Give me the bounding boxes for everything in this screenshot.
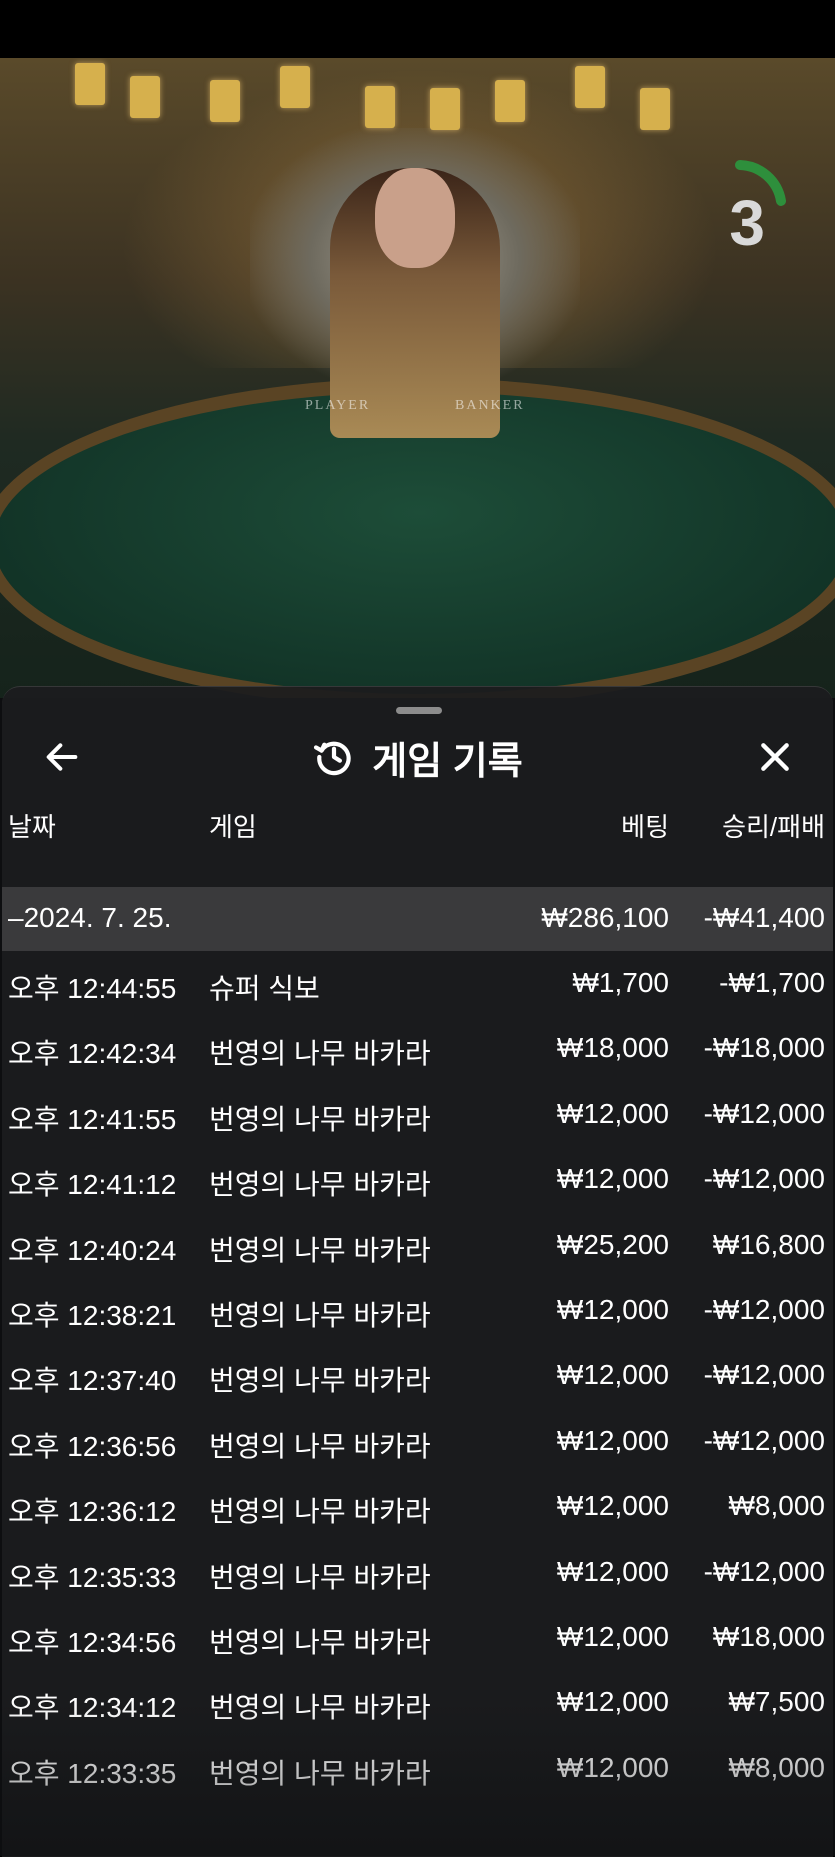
row-game: 슈퍼 식보 <box>209 973 320 1004</box>
history-row[interactable]: 오후 12:34:12 번영의 나무 바카라 ₩12,000 ₩7,500 <box>2 1670 833 1735</box>
row-bet: ₩12,000 <box>556 1555 669 1587</box>
history-row[interactable]: 오후 12:38:21 번영의 나무 바카라 ₩12,000 -₩12,000 <box>2 1278 833 1343</box>
row-result: -₩12,000 <box>703 1163 825 1195</box>
page-title: 게임 기록 <box>372 740 523 783</box>
hanging-card <box>495 80 525 122</box>
row-game: 번영의 나무 바카라 <box>209 1626 431 1658</box>
row-time: 오후 12:40:24 <box>8 1234 177 1266</box>
hanging-card <box>280 66 310 108</box>
close-icon <box>761 743 789 771</box>
row-result: -₩12,000 <box>703 1359 825 1391</box>
hanging-card <box>75 63 105 105</box>
col-bet: 베팅 <box>621 812 669 842</box>
row-bet: ₩18,000 <box>556 1032 669 1064</box>
row-bet: ₩25,200 <box>556 1228 669 1260</box>
row-time: 오후 12:38:21 <box>8 1299 177 1331</box>
row-game: 번영의 나무 바카라 <box>209 1038 431 1070</box>
row-game: 번영의 나무 바카라 <box>209 1299 431 1331</box>
row-time: 오후 12:34:56 <box>8 1626 177 1658</box>
row-time: 오후 12:36:56 <box>8 1430 177 1462</box>
group-bet-total: ₩286,100 <box>541 902 669 933</box>
row-time: 오후 12:41:55 <box>8 1103 177 1135</box>
history-row[interactable]: 오후 12:40:24 번영의 나무 바카라 ₩25,200 ₩16,800 <box>2 1213 833 1278</box>
history-list: 오후 12:44:55 슈퍼 식보 ₩1,700 -₩1,700 오후 12:4… <box>2 951 833 1801</box>
history-row[interactable]: 오후 12:36:56 번영의 나무 바카라 ₩12,000 -₩12,000 <box>2 1409 833 1474</box>
history-row[interactable]: 오후 12:33:35 번영의 나무 바카라 ₩12,000 ₩8,000 <box>2 1736 833 1801</box>
dealer-head <box>375 168 455 268</box>
sheet-header: 게임 기록 <box>2 725 833 789</box>
row-game: 번영의 나무 바카라 <box>209 1757 431 1789</box>
row-bet: ₩12,000 <box>556 1424 669 1456</box>
close-button[interactable] <box>749 731 801 783</box>
row-time: 오후 12:41:12 <box>8 1169 177 1201</box>
row-bet: ₩1,700 <box>572 967 670 998</box>
hanging-card <box>430 88 460 130</box>
row-game: 번영의 나무 바카라 <box>209 1496 431 1528</box>
hanging-card <box>130 76 160 118</box>
row-result: -₩12,000 <box>703 1097 825 1129</box>
row-result: -₩12,000 <box>703 1424 825 1456</box>
row-bet: ₩12,000 <box>556 1293 669 1325</box>
table-label-banker: BANKER <box>455 398 525 413</box>
hanging-card <box>365 86 395 128</box>
row-result: -₩12,000 <box>703 1555 825 1587</box>
history-row[interactable]: 오후 12:37:40 번영의 나무 바카라 ₩12,000 -₩12,000 <box>2 1343 833 1408</box>
row-bet: ₩12,000 <box>556 1751 669 1783</box>
row-bet: ₩12,000 <box>556 1620 669 1652</box>
history-row[interactable]: 오후 12:42:34 번영의 나무 바카라 ₩18,000 -₩18,000 <box>2 1016 833 1081</box>
row-bet: ₩12,000 <box>556 1686 669 1718</box>
hanging-card <box>575 66 605 108</box>
history-row[interactable]: 오후 12:44:55 슈퍼 식보 ₩1,700 -₩1,700 <box>2 951 833 1016</box>
row-game: 번영의 나무 바카라 <box>209 1103 431 1135</box>
row-bet: ₩12,000 <box>556 1490 669 1522</box>
row-time: 오후 12:35:33 <box>8 1561 177 1593</box>
row-bet: ₩12,000 <box>556 1097 669 1129</box>
row-result: -₩1,700 <box>719 967 825 998</box>
row-game: 번영의 나무 바카라 <box>209 1692 431 1724</box>
history-row[interactable]: 오후 12:41:12 번영의 나무 바카라 ₩12,000 -₩12,000 <box>2 1147 833 1212</box>
date-group-row[interactable]: –2024. 7. 25. ₩286,100 -₩41,400 <box>2 887 833 951</box>
row-time: 오후 12:42:34 <box>8 1038 177 1070</box>
row-game: 번영의 나무 바카라 <box>209 1365 431 1397</box>
row-time: 오후 12:44:55 <box>8 973 177 1004</box>
column-headers: 날짜 게임 베팅 승리/패배 <box>2 799 833 849</box>
hanging-card <box>210 80 240 122</box>
row-time: 오후 12:34:12 <box>8 1692 177 1724</box>
live-dealer-video: PLAYER BANKER 3 <box>0 58 835 698</box>
row-game: 번영의 나무 바카라 <box>209 1234 431 1266</box>
group-result-total: -₩41,400 <box>703 902 825 933</box>
row-game: 번영의 나무 바카라 <box>209 1169 431 1201</box>
hanging-card <box>640 88 670 130</box>
status-bar <box>0 0 835 58</box>
row-game: 번영의 나무 바카라 <box>209 1430 431 1462</box>
row-time: 오후 12:33:35 <box>8 1757 177 1789</box>
row-bet: ₩12,000 <box>556 1359 669 1391</box>
table-label-player: PLAYER <box>305 398 371 413</box>
row-result: ₩7,500 <box>728 1686 826 1718</box>
history-row[interactable]: 오후 12:36:12 번영의 나무 바카라 ₩12,000 ₩8,000 <box>2 1474 833 1539</box>
col-result: 승리/패배 <box>722 812 825 842</box>
history-row[interactable]: 오후 12:41:55 번영의 나무 바카라 ₩12,000 -₩12,000 <box>2 1082 833 1147</box>
row-bet: ₩12,000 <box>556 1163 669 1195</box>
history-icon <box>314 741 351 776</box>
row-result: ₩8,000 <box>728 1490 826 1522</box>
col-game: 게임 <box>209 812 257 842</box>
row-result: -₩18,000 <box>703 1032 825 1064</box>
row-result: -₩12,000 <box>703 1293 825 1325</box>
row-time: 오후 12:36:12 <box>8 1496 177 1528</box>
row-time: 오후 12:37:40 <box>8 1365 177 1397</box>
title-group: 게임 기록 <box>2 725 833 789</box>
col-date: 날짜 <box>8 812 56 842</box>
sheet-drag-handle[interactable] <box>396 707 442 714</box>
group-date: –2024. 7. 25. <box>8 902 172 933</box>
row-result: ₩18,000 <box>712 1620 825 1652</box>
row-game: 번영의 나무 바카라 <box>209 1561 431 1593</box>
countdown-number: 3 <box>729 187 765 259</box>
row-result: ₩8,000 <box>728 1751 826 1783</box>
game-history-sheet: 게임 기록 날짜 게임 베팅 승리/패배 –2024. 7. 25. ₩286,… <box>2 686 833 1857</box>
history-row[interactable]: 오후 12:35:33 번영의 나무 바카라 ₩12,000 -₩12,000 <box>2 1540 833 1605</box>
row-result: ₩16,800 <box>712 1228 825 1260</box>
history-row[interactable]: 오후 12:34:56 번영의 나무 바카라 ₩12,000 ₩18,000 <box>2 1605 833 1670</box>
